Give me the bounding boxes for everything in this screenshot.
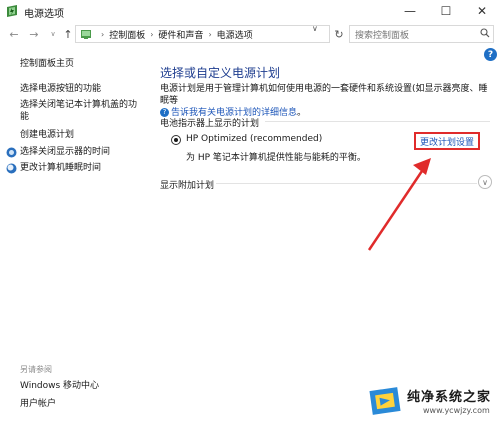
- watermark-title: 纯净系统之家: [407, 390, 492, 405]
- section-divider: [265, 121, 490, 122]
- see-also-user-accounts[interactable]: 用户帐户: [20, 398, 56, 410]
- change-plan-settings-link[interactable]: 更改计划设置: [414, 132, 480, 150]
- search-icon[interactable]: [480, 28, 490, 38]
- sidebar-item-sleep-time[interactable]: 更改计算机睡眠时间: [20, 162, 101, 174]
- see-also-mobility-center[interactable]: Windows 移动中心: [20, 380, 99, 392]
- sidebar-item-power-button[interactable]: 选择电源按钮的功能: [20, 83, 101, 95]
- title-bar: 电源选项 — ☐ ✕: [0, 0, 500, 22]
- show-additional-plans-heading[interactable]: 显示附加计划: [160, 178, 214, 191]
- power-options-icon: [7, 5, 17, 17]
- breadcrumb-separator: ›: [208, 29, 212, 39]
- sidebar-item-display-off[interactable]: 选择关闭显示器的时间: [20, 146, 110, 158]
- window-title: 电源选项: [24, 9, 64, 20]
- description-end: 。: [297, 108, 307, 118]
- sidebar-item-control-panel-home[interactable]: 控制面板主页: [20, 58, 74, 70]
- search-input[interactable]: [349, 25, 494, 43]
- back-arrow-icon[interactable]: ←: [7, 26, 21, 42]
- page-title: 选择或自定义电源计划: [160, 66, 281, 80]
- plan-description: 为 HP 笔记本计算机提供性能与能耗的平衡。: [186, 153, 366, 163]
- see-also-heading: 另请参阅: [20, 365, 52, 374]
- breadcrumb-power-options[interactable]: 电源选项: [217, 28, 253, 41]
- sidebar-item-lid-close[interactable]: 选择关闭笔记本计算机盖的功 能: [20, 99, 145, 123]
- forward-arrow-icon[interactable]: →: [27, 26, 41, 42]
- sleep-moon-icon: [6, 163, 17, 174]
- display-shield-icon: [6, 147, 17, 158]
- watermark-logo-icon: [369, 387, 401, 415]
- navigation-bar: ← → ∨ ↑ › 控制面板 › 硬件和声音 › 电源选项 ∨ ↻: [0, 22, 500, 46]
- watermark-url: www.ycwjzy.com: [423, 406, 490, 415]
- expand-chevron-icon[interactable]: ∨: [478, 175, 492, 189]
- refresh-icon[interactable]: ↻: [332, 25, 346, 43]
- minimize-button[interactable]: —: [392, 0, 428, 22]
- sidebar-item-create-plan[interactable]: 创建电源计划: [20, 129, 74, 141]
- breadcrumb-separator: ›: [101, 29, 105, 39]
- page-description: 电源计划是用于管理计算机如何使用电源的一套硬件和系统设置(如显示器亮度、睡眠等 …: [160, 83, 490, 119]
- help-icon[interactable]: ?: [484, 48, 497, 61]
- maximize-button[interactable]: ☐: [428, 0, 464, 22]
- plan-name[interactable]: HP Optimized (recommended): [186, 134, 322, 144]
- breadcrumb-control-panel[interactable]: 控制面板: [109, 28, 145, 41]
- breadcrumb-hardware-sound[interactable]: 硬件和声音: [158, 28, 203, 41]
- close-button[interactable]: ✕: [464, 0, 500, 22]
- control-panel-icon: [81, 30, 91, 39]
- description-text: 电源计划是用于管理计算机如何使用电源的一套硬件和系统设置(如显示器亮度、睡眠等: [160, 84, 488, 106]
- address-bar[interactable]: › 控制面板 › 硬件和声音 › 电源选项: [75, 25, 330, 43]
- up-arrow-icon[interactable]: ↑: [61, 26, 75, 42]
- recent-locations-chevron-icon[interactable]: ∨: [46, 26, 60, 42]
- address-dropdown-chevron-icon[interactable]: ∨: [312, 24, 318, 33]
- battery-plans-heading: 电池指示器上显示的计划: [160, 119, 260, 129]
- breadcrumb-separator: ›: [150, 29, 154, 39]
- plan-radio-button[interactable]: [171, 135, 181, 145]
- section-divider: [216, 183, 477, 184]
